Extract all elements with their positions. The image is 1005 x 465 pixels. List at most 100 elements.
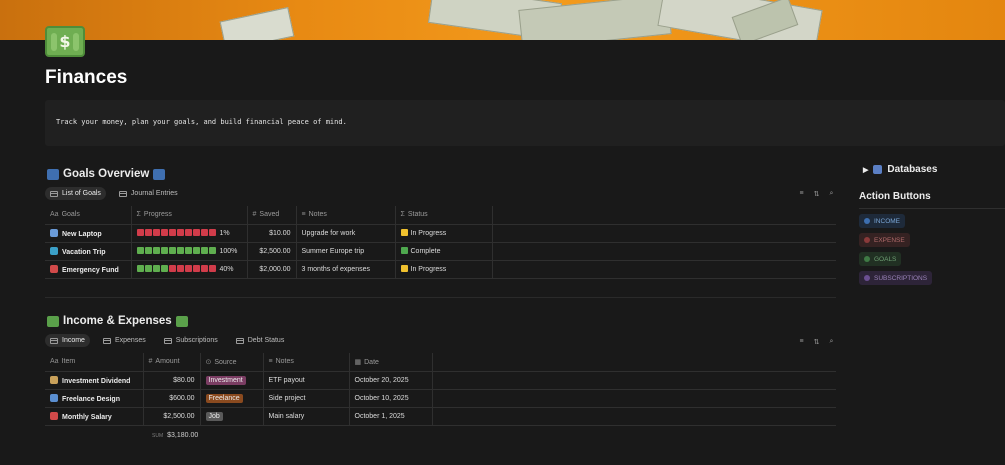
amount-value: $600.00 xyxy=(142,389,200,408)
progress-segment xyxy=(144,265,152,272)
col-header-progress[interactable]: Σ Progress xyxy=(130,206,247,225)
databases-toggle[interactable]: ▶ Databases xyxy=(863,164,937,175)
filter-icon[interactable]: ≡ xyxy=(797,338,806,346)
table-row[interactable]: Investment Dividend $80.00 Investment ET… xyxy=(45,371,836,390)
table-row[interactable]: Emergency Fund 40% $2,000.00 3 months of… xyxy=(45,260,836,279)
plus-circle-icon xyxy=(864,218,870,224)
col-header-goals[interactable]: Aa Goals xyxy=(45,206,131,225)
tab-subscriptions[interactable]: Subscriptions xyxy=(159,334,223,347)
search-icon[interactable]: ⌕ xyxy=(827,190,836,198)
goals-action-button[interactable]: GOALS xyxy=(859,252,902,266)
computer-icon xyxy=(50,393,58,402)
investment-icon xyxy=(50,375,58,384)
sum-label: SUM xyxy=(152,433,164,439)
progress-segment xyxy=(168,265,176,272)
progress-segment xyxy=(176,265,184,272)
progress-segment xyxy=(152,265,160,272)
tab-expenses[interactable]: Expenses xyxy=(98,334,151,347)
col-header-date[interactable]: ▦ Date xyxy=(348,353,432,372)
repeat-icon xyxy=(864,275,870,281)
date-value: October 1, 2025 xyxy=(348,407,432,426)
sort-icon[interactable]: ⇅ xyxy=(812,338,821,346)
progress-segment xyxy=(152,229,160,236)
progress-segment xyxy=(168,247,176,254)
tab-label: Journal Entries xyxy=(130,190,178,197)
progress-bar xyxy=(136,247,216,254)
button-label: EXPENSE xyxy=(874,236,905,244)
col-header-empty xyxy=(491,206,836,225)
income-table: Aa Item # Amount ⊙ Source ≡ Notes ▦ Date Inve… xyxy=(45,353,836,426)
col-header-amount[interactable]: # Amount xyxy=(142,353,200,372)
col-header-saved[interactable]: # Saved xyxy=(246,206,296,225)
button-label: SUBSCRIPTIONS xyxy=(874,274,928,282)
table-icon xyxy=(50,190,58,197)
progress-segment xyxy=(136,247,144,254)
progress-segment xyxy=(136,265,144,272)
notes-value: Side project xyxy=(262,389,349,408)
progress-segment xyxy=(160,265,168,272)
progress-pct: 100% xyxy=(219,248,238,255)
minus-circle-icon xyxy=(864,237,870,243)
item-name[interactable]: Monthly Salary xyxy=(62,414,112,421)
progress-segment xyxy=(176,247,184,254)
action-buttons-title: Action Buttons xyxy=(859,191,931,202)
saved-value: $2,500.00 xyxy=(246,242,296,261)
source-tag: Investment xyxy=(205,375,246,385)
tab-label: Expenses xyxy=(114,337,146,344)
goals-heading-text: Goals Overview xyxy=(63,168,150,180)
col-header-notes[interactable]: ≡ Notes xyxy=(262,353,349,372)
col-header-source[interactable]: ⊙ Source xyxy=(199,353,263,372)
goal-name[interactable]: Emergency Fund xyxy=(62,267,119,274)
progress-segment xyxy=(208,229,216,236)
table-row[interactable]: New Laptop 1% $10.00 Upgrade for work In… xyxy=(45,224,836,243)
goals-toolbar: ≡ ⇅ ⌕ xyxy=(797,190,836,198)
table-row[interactable]: Monthly Salary $2,500.00 Job Main salary… xyxy=(45,407,836,426)
status-square-icon xyxy=(400,247,408,254)
progress-segment xyxy=(208,247,216,254)
tab-label: Debt Status xyxy=(247,337,285,344)
goal-name[interactable]: New Laptop xyxy=(62,231,102,238)
col-header-status[interactable]: Σ Status xyxy=(394,206,492,225)
amount-value: $2,500.00 xyxy=(142,407,200,426)
tab-journal-entries[interactable]: Journal Entries xyxy=(114,187,183,200)
tab-label: Income xyxy=(62,337,85,344)
tab-label: Subscriptions xyxy=(175,337,218,344)
section-divider xyxy=(45,297,836,298)
progress-segment xyxy=(200,229,208,236)
item-name[interactable]: Freelance Design xyxy=(62,396,120,403)
progress-segment xyxy=(136,229,144,236)
money-icon xyxy=(47,315,59,327)
progress-segment xyxy=(192,229,200,236)
notes-value: Main salary xyxy=(262,407,349,426)
tab-label: List of Goals xyxy=(62,190,101,197)
table-row[interactable]: Freelance Design $600.00 Freelance Side … xyxy=(45,389,836,408)
progress-segment xyxy=(184,229,192,236)
income-action-button[interactable]: INCOME xyxy=(859,214,905,228)
item-name[interactable]: Investment Dividend xyxy=(62,378,130,385)
income-tabs: Income Expenses Subscriptions Debt Statu… xyxy=(45,334,289,347)
progress-segment xyxy=(152,247,160,254)
table-icon xyxy=(163,337,172,344)
callout: Track your money, plan your goals, and b… xyxy=(45,100,1005,146)
progress-segment xyxy=(192,247,200,254)
laptop-icon xyxy=(50,228,58,237)
progress-segment xyxy=(184,265,192,272)
tab-income[interactable]: Income xyxy=(45,334,90,347)
progress-segment xyxy=(144,247,152,254)
expense-action-button[interactable]: EXPENSE xyxy=(859,233,910,247)
search-icon[interactable]: ⌕ xyxy=(827,338,836,346)
tab-debt-status[interactable]: Debt Status xyxy=(231,334,290,347)
cover-image xyxy=(0,0,1005,40)
filter-icon[interactable]: ≡ xyxy=(797,190,806,198)
goal-name[interactable]: Vacation Trip xyxy=(62,249,106,256)
progress-segment xyxy=(176,229,184,236)
tab-list-of-goals[interactable]: List of Goals xyxy=(45,187,106,200)
progress-segment xyxy=(184,247,192,254)
subscriptions-action-button[interactable]: SUBSCRIPTIONS xyxy=(859,271,933,285)
col-header-item[interactable]: Aa Item xyxy=(45,353,143,372)
col-header-notes[interactable]: ≡ Notes xyxy=(295,206,395,225)
table-icon xyxy=(118,190,127,197)
sort-icon[interactable]: ⇅ xyxy=(812,190,821,198)
progress-bar xyxy=(136,229,216,236)
table-row[interactable]: Vacation Trip 100% $2,500.00 Summer Euro… xyxy=(45,242,836,261)
